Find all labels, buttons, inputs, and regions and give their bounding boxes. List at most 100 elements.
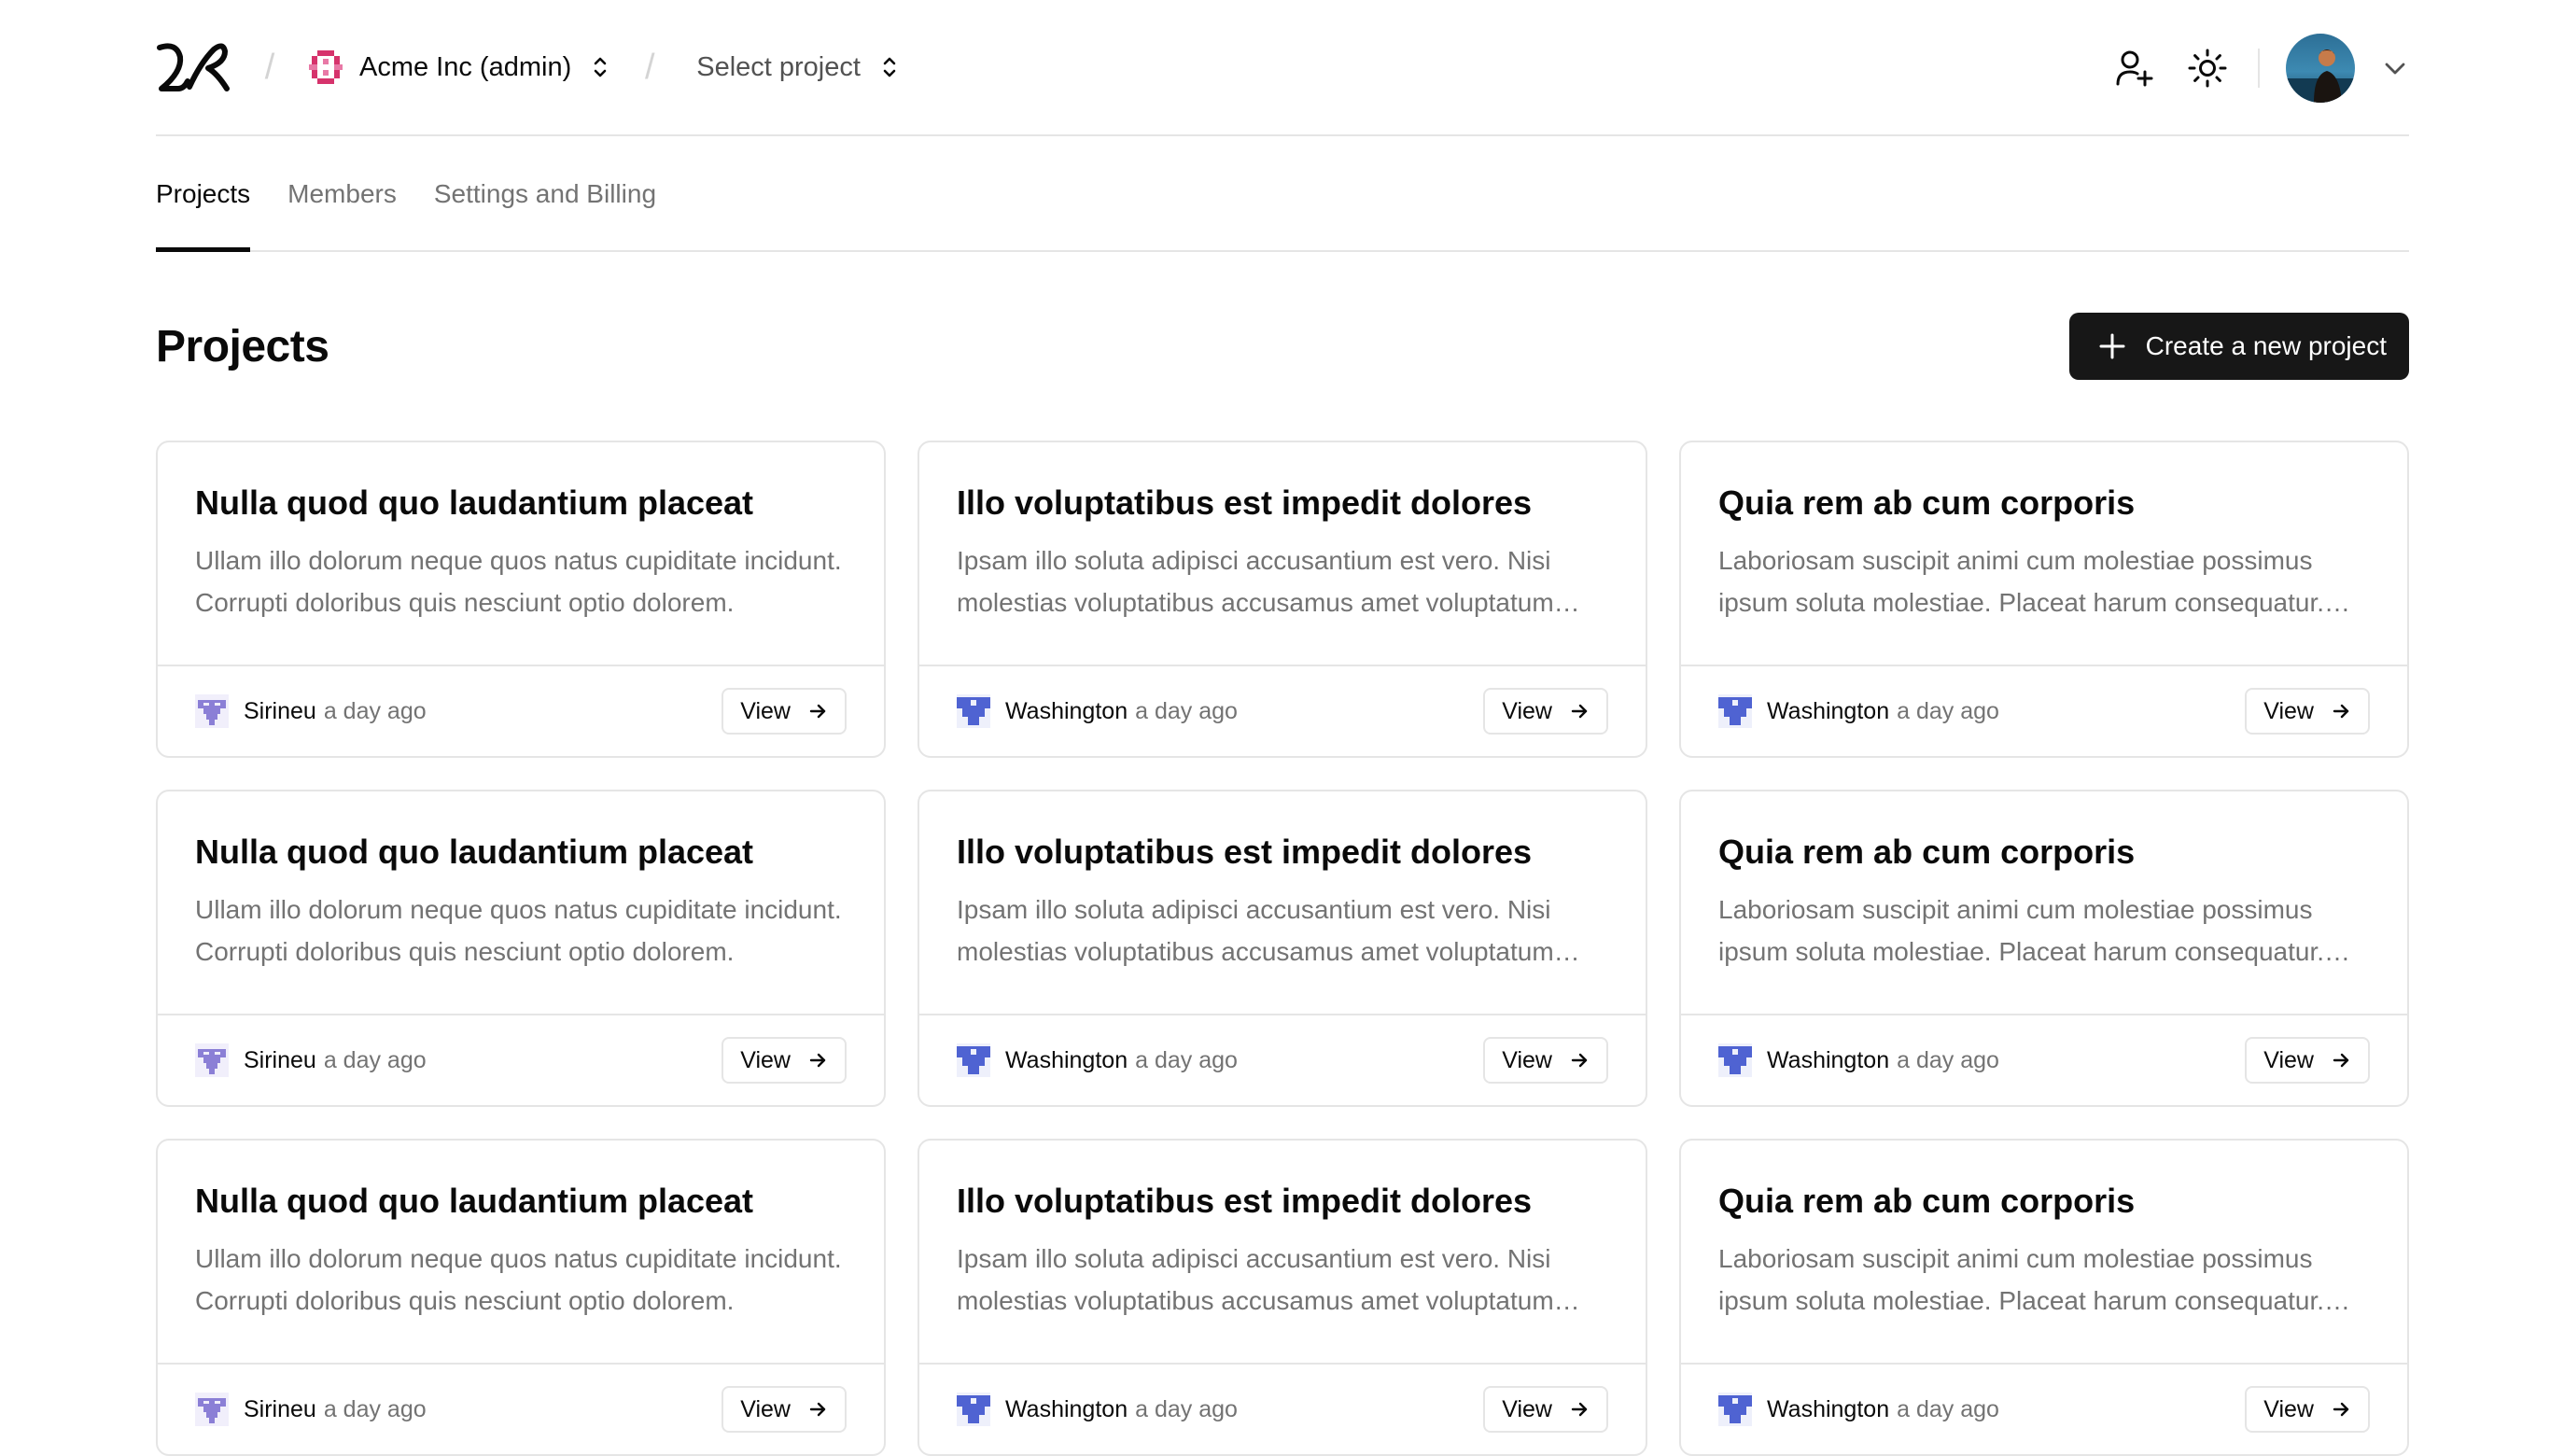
- view-project-button[interactable]: View: [2245, 1037, 2370, 1084]
- updated-time: a day ago: [323, 1395, 427, 1422]
- project-title: Quia rem ab cum corporis: [1718, 833, 2136, 871]
- updated-time: a day ago: [323, 697, 427, 724]
- author-avatar-icon: [1718, 1043, 1752, 1077]
- project-description: Ullam illo dolorum neque quos natus cupi…: [195, 546, 842, 617]
- view-project-button[interactable]: View: [2245, 1386, 2370, 1433]
- view-project-button[interactable]: View: [1483, 688, 1608, 735]
- author-name: Washington: [1005, 697, 1128, 724]
- tab-projects[interactable]: Projects: [156, 179, 251, 252]
- view-label: View: [1502, 697, 1552, 724]
- project-meta: Sirineu a day ago: [195, 694, 427, 728]
- project-card-footer: Washington a day ago View: [919, 666, 1646, 756]
- plus-icon: [2097, 331, 2127, 361]
- project-card-footer: Washington a day ago View: [919, 1365, 1646, 1454]
- project-card-footer: Sirineu a day ago View: [158, 1365, 884, 1454]
- project-title: Illo voluptatibus est impedit dolores: [957, 483, 1533, 522]
- view-project-button[interactable]: View: [722, 688, 847, 735]
- project-card-footer: Washington a day ago View: [919, 1015, 1646, 1105]
- author-name: Sirineu: [244, 1046, 316, 1073]
- author-name: Washington: [1767, 697, 1890, 724]
- project-card[interactable]: Quia rem ab cum corporis Laboriosam susc…: [1679, 441, 2409, 758]
- page-title: Projects: [156, 321, 329, 371]
- view-project-button[interactable]: View: [722, 1037, 847, 1084]
- updated-time: a day ago: [1135, 697, 1238, 724]
- project-card[interactable]: Illo voluptatibus est impedit dolores Ip…: [918, 441, 1647, 758]
- view-project-button[interactable]: View: [2245, 688, 2370, 735]
- project-card-body: Illo voluptatibus est impedit dolores Ip…: [919, 1141, 1646, 1365]
- project-card-body: Nulla quod quo laudantium placeat Ullam …: [158, 1141, 884, 1365]
- updated-time: a day ago: [1897, 1395, 1999, 1422]
- project-description: Laboriosam suscipit animi cum molestiae …: [1718, 546, 2325, 617]
- project-title: Nulla quod quo laudantium placeat: [195, 1182, 754, 1220]
- header-divider: [2258, 49, 2260, 88]
- project-card[interactable]: Quia rem ab cum corporis Laboriosam susc…: [1679, 790, 2409, 1107]
- project-card-body: Nulla quod quo laudantium placeat Ullam …: [158, 442, 884, 666]
- project-description: Ipsam illo soluta adipisci accusantium e…: [957, 546, 1554, 617]
- view-project-button[interactable]: View: [1483, 1037, 1608, 1084]
- view-label: View: [1502, 1395, 1552, 1422]
- project-meta: Washington a day ago: [957, 1043, 1238, 1077]
- project-meta: Sirineu a day ago: [195, 1393, 427, 1426]
- updated-time: a day ago: [1135, 1046, 1238, 1073]
- project-card[interactable]: Nulla quod quo laudantium placeat Ullam …: [156, 441, 886, 758]
- create-project-button[interactable]: Create a new project: [2068, 313, 2409, 380]
- project-meta: Washington a day ago: [1718, 1043, 1999, 1077]
- project-card-footer: Washington a day ago View: [1681, 1015, 2407, 1105]
- project-card[interactable]: Quia rem ab cum corporis Laboriosam susc…: [1679, 1139, 2409, 1456]
- author-avatar-icon: [195, 694, 229, 728]
- tab-members[interactable]: Members: [287, 179, 397, 250]
- project-description: Ipsam illo soluta adipisci accusantium e…: [957, 1244, 1554, 1315]
- breadcrumb-separator: /: [264, 47, 275, 87]
- project-switcher[interactable]: Select project: [696, 52, 900, 83]
- theme-toggle-button[interactable]: [2181, 42, 2234, 94]
- project-card-footer: Washington a day ago View: [1681, 1365, 2407, 1454]
- project-title: Quia rem ab cum corporis: [1718, 1182, 2136, 1220]
- view-label: View: [2263, 1046, 2314, 1073]
- top-navigation-bar: / Acme Inc (admin) / Select project: [156, 0, 2409, 136]
- project-meta: Washington a day ago: [1718, 694, 1999, 728]
- organization-switcher[interactable]: Acme Inc (admin): [309, 39, 610, 95]
- view-label: View: [2263, 1395, 2314, 1422]
- project-card[interactable]: Illo voluptatibus est impedit dolores Ip…: [918, 790, 1647, 1107]
- section-tabs: Projects Members Settings and Billing: [156, 136, 2409, 252]
- arrow-right-icon: [1569, 1399, 1590, 1420]
- project-meta: Washington a day ago: [957, 1393, 1238, 1426]
- tab-settings-and-billing[interactable]: Settings and Billing: [434, 179, 656, 250]
- view-label: View: [1502, 1046, 1552, 1073]
- project-meta: Washington a day ago: [957, 694, 1238, 728]
- project-card[interactable]: Nulla quod quo laudantium placeat Ullam …: [156, 790, 886, 1107]
- user-plus-icon: [2114, 48, 2155, 89]
- author-name: Washington: [1767, 1395, 1890, 1422]
- author-name: Washington: [1767, 1046, 1890, 1073]
- author-avatar-icon: [957, 1043, 990, 1077]
- create-project-label: Create a new project: [2145, 331, 2387, 360]
- project-meta: Sirineu a day ago: [195, 1043, 427, 1077]
- logo-icon[interactable]: [156, 39, 231, 95]
- updated-time: a day ago: [1897, 1046, 1999, 1073]
- project-meta: Washington a day ago: [1718, 1393, 1999, 1426]
- arrow-right-icon: [807, 1050, 828, 1071]
- project-card[interactable]: Nulla quod quo laudantium placeat Ullam …: [156, 1139, 886, 1456]
- arrow-right-icon: [1569, 1050, 1590, 1071]
- author-avatar-icon: [1718, 694, 1752, 728]
- user-menu-button[interactable]: [2286, 34, 2409, 103]
- author-name: Sirineu: [244, 1395, 316, 1422]
- project-title: Nulla quod quo laudantium placeat: [195, 483, 754, 522]
- updated-time: a day ago: [1135, 1395, 1238, 1422]
- view-project-button[interactable]: View: [722, 1386, 847, 1433]
- author-name: Washington: [1005, 1046, 1128, 1073]
- view-label: View: [740, 1046, 791, 1073]
- project-card-body: Quia rem ab cum corporis Laboriosam susc…: [1681, 791, 2407, 1015]
- author-avatar-icon: [957, 694, 990, 728]
- author-avatar-icon: [195, 1393, 229, 1426]
- project-card[interactable]: Illo voluptatibus est impedit dolores Ip…: [918, 1139, 1647, 1456]
- view-label: View: [740, 697, 791, 724]
- view-project-button[interactable]: View: [1483, 1386, 1608, 1433]
- chevrons-up-down-icon: [590, 53, 610, 81]
- view-label: View: [2263, 697, 2314, 724]
- app-container: / Acme Inc (admin) / Select project Proj…: [156, 0, 2409, 1456]
- project-title: Illo voluptatibus est impedit dolores: [957, 1182, 1533, 1220]
- invite-member-button[interactable]: [2109, 42, 2161, 94]
- chevrons-up-down-icon: [879, 53, 900, 81]
- sun-icon: [2187, 48, 2228, 89]
